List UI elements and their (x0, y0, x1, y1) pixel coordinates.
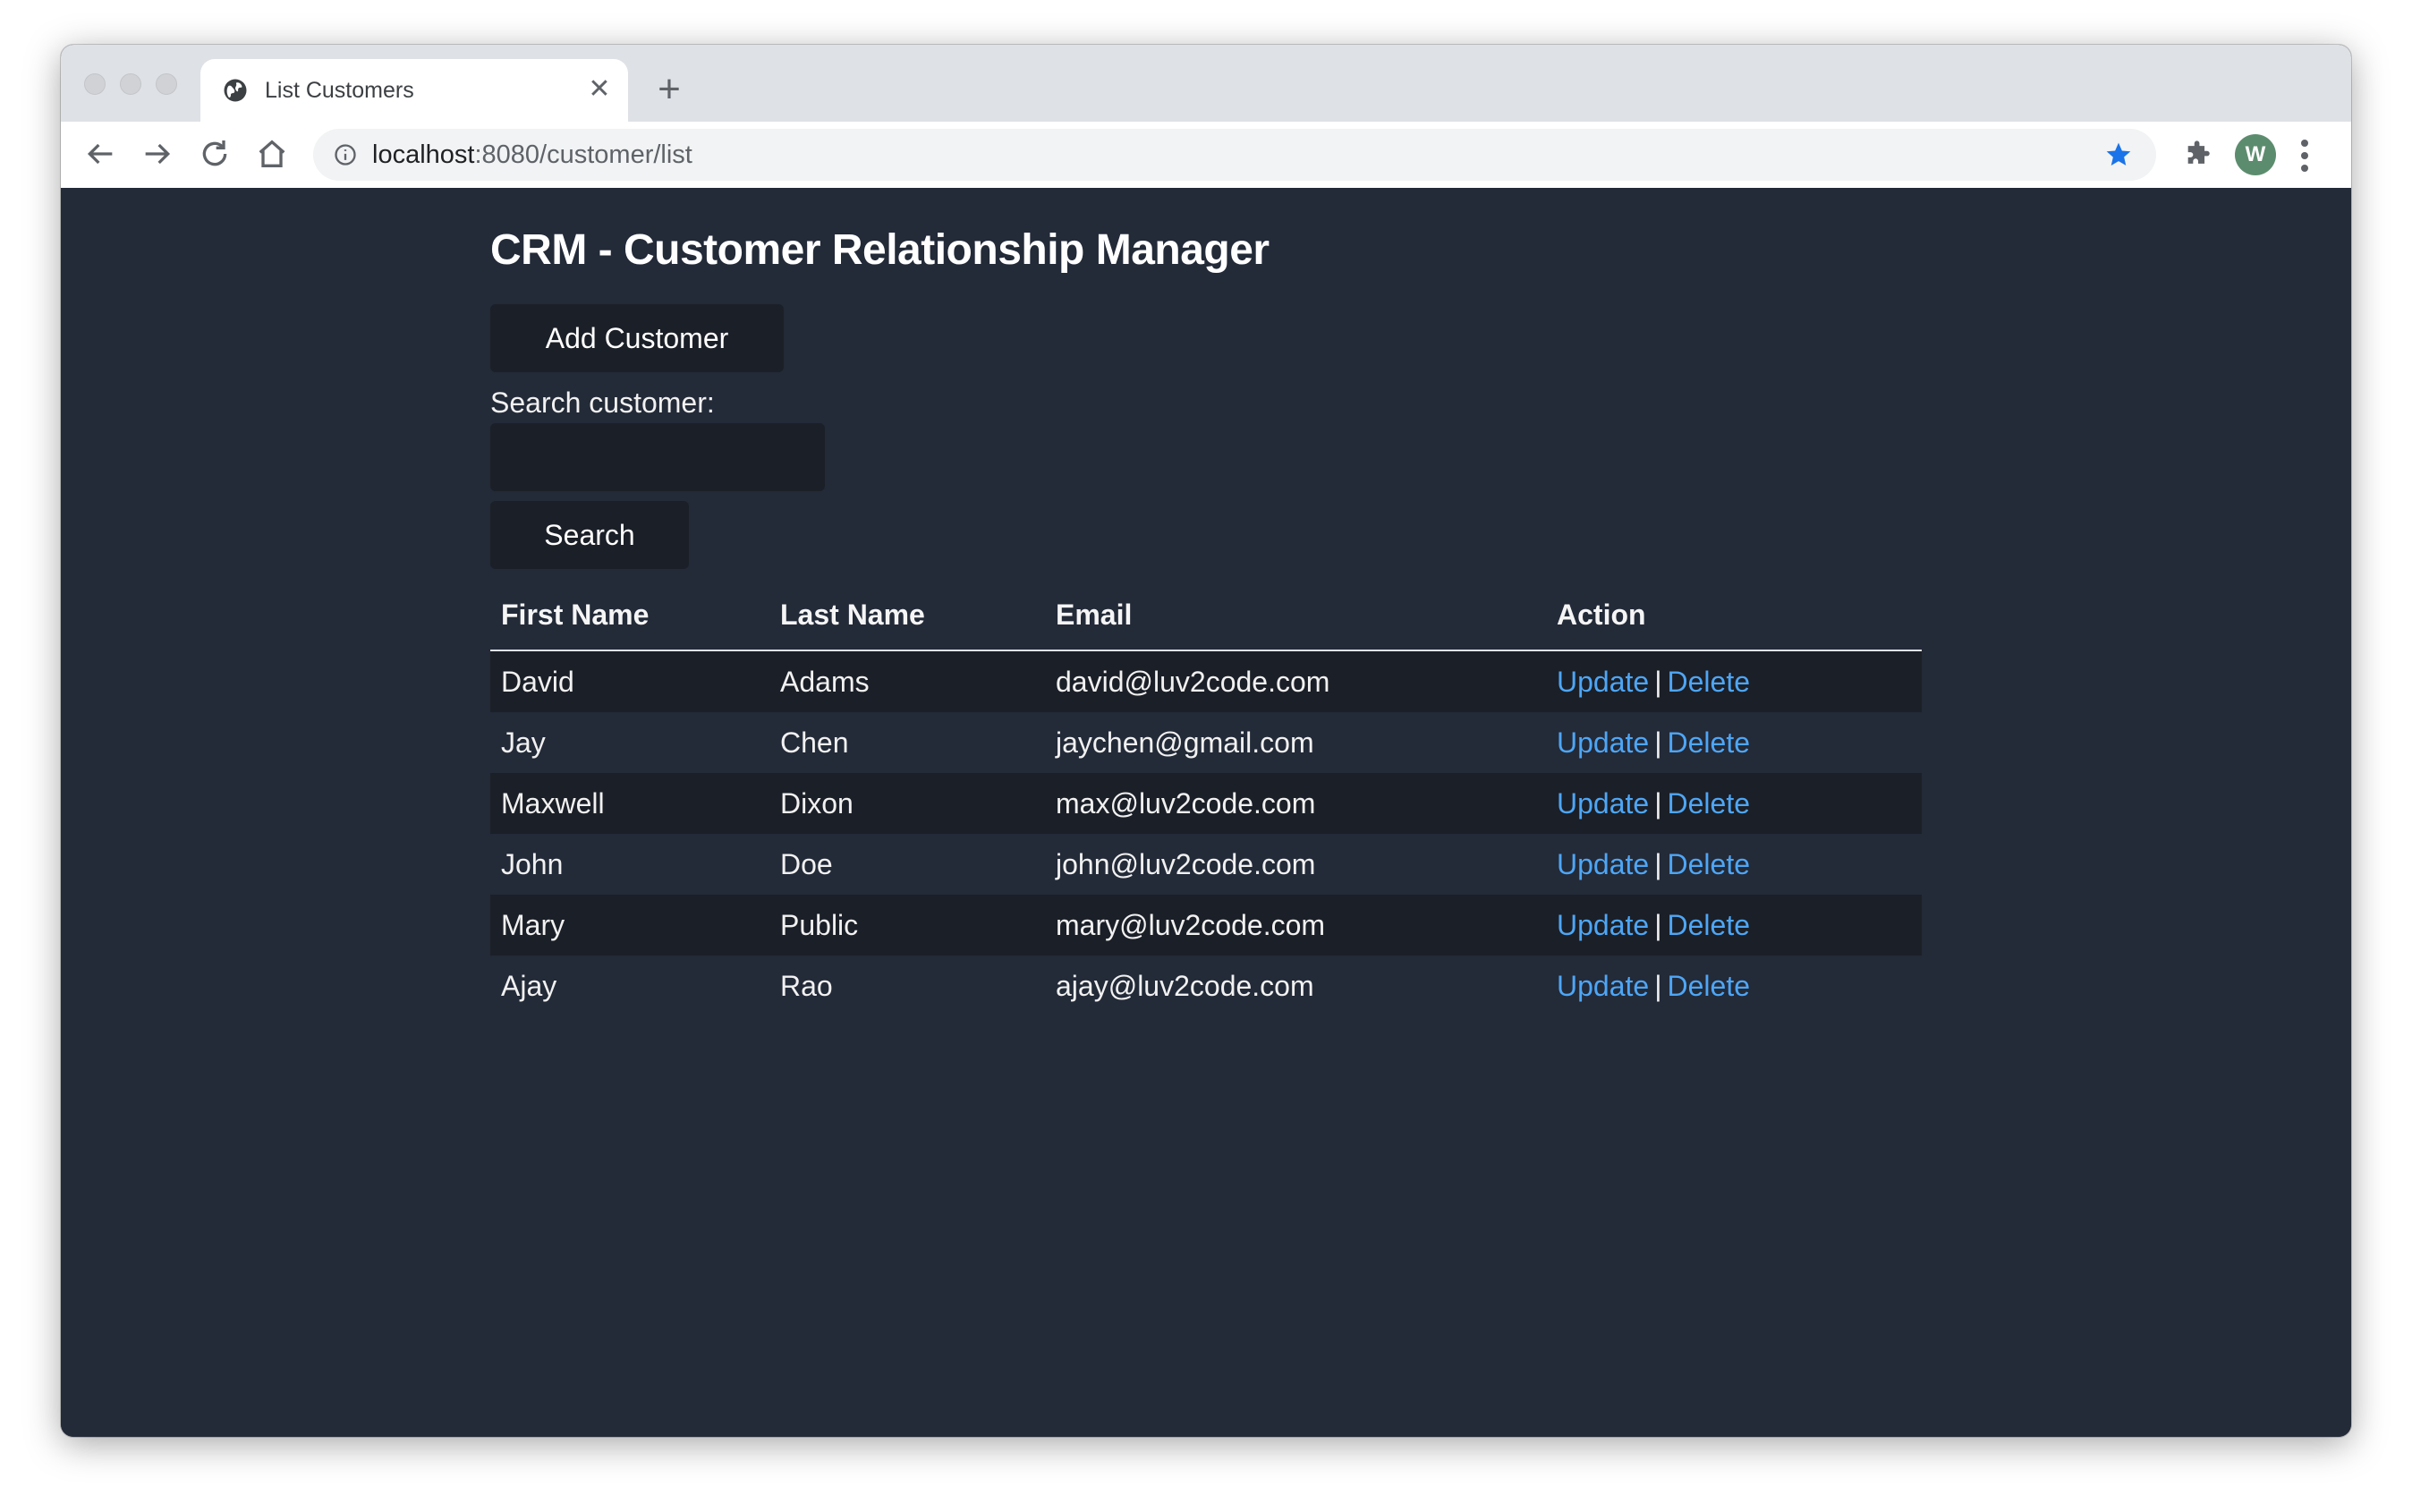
extensions-puzzle-icon[interactable] (2183, 140, 2213, 170)
reload-icon[interactable] (197, 136, 233, 172)
update-link[interactable]: Update (1557, 726, 1649, 759)
email-cell: jaychen@gmail.com (1056, 726, 1314, 759)
last-name-cell: Doe (780, 847, 833, 880)
search-label: Search customer: (490, 386, 715, 419)
tab-title: List Customers (265, 78, 414, 103)
table-row: David Adams david@luv2code.com Update | De… (490, 650, 1922, 712)
first-name-cell: Ajay (501, 969, 557, 1002)
delete-link[interactable]: Delete (1668, 848, 1751, 880)
header-last-name: Last Name (769, 580, 1045, 651)
first-name-cell: David (490, 650, 769, 712)
last-name-cell: Public (769, 895, 1045, 956)
url-text[interactable]: localhost:8080/customer/list (372, 129, 692, 181)
back-arrow-icon[interactable] (82, 136, 118, 172)
table-row: Ajay Rao ajay@luv2code.com Update | Delete (490, 956, 1922, 1016)
update-link[interactable]: Update (1557, 787, 1649, 820)
update-link[interactable]: Update (1557, 970, 1649, 1002)
address-bar[interactable]: localhost:8080/customer/list (313, 129, 2156, 181)
tab-strip: List Customers ✕ + (61, 45, 2351, 122)
last-name-cell: Chen (780, 726, 849, 759)
first-name-cell: John (501, 847, 564, 880)
browser-toolbar: localhost:8080/customer/list W (61, 122, 2351, 189)
table-header-row: First Name Last Name Email Action (490, 580, 1922, 651)
last-name-cell: Dixon (769, 773, 1045, 834)
action-separator: | (1654, 847, 1662, 880)
header-email: Email (1045, 580, 1546, 651)
action-cell: Update | Delete (1546, 712, 1922, 773)
search-input[interactable] (490, 423, 825, 491)
action-cell: Update | Delete (1546, 895, 1922, 956)
action-cell: Update | Delete (1546, 834, 1922, 895)
email-cell: ajay@luv2code.com (1056, 969, 1314, 1002)
update-link[interactable]: Update (1557, 666, 1649, 698)
table-row: Jay Chen jaychen@gmail.com Update | Delete (490, 712, 1922, 773)
action-separator: | (1654, 908, 1662, 941)
last-name-cell: Adams (769, 650, 1045, 712)
tab-list-customers[interactable]: List Customers ✕ (200, 59, 628, 122)
delete-link[interactable]: Delete (1668, 787, 1751, 820)
delete-link[interactable]: Delete (1668, 726, 1751, 759)
home-icon[interactable] (254, 136, 290, 172)
globe-icon (224, 79, 247, 102)
add-customer-button[interactable]: Add Customer (490, 304, 784, 372)
action-separator: | (1654, 786, 1662, 820)
table-row: John Doe john@luv2code.com Update | Delete (490, 834, 1922, 895)
profile-avatar[interactable]: W (2235, 134, 2276, 175)
page-title: CRM - Customer Relationship Manager (490, 226, 1270, 274)
email-cell: max@luv2code.com (1045, 773, 1546, 834)
header-first-name: First Name (490, 580, 769, 651)
header-action: Action (1546, 580, 1922, 651)
first-name-cell: Mary (490, 895, 769, 956)
tab-close-icon[interactable]: ✕ (585, 75, 614, 104)
menu-dots-icon[interactable] (2299, 138, 2310, 174)
maximize-window-button[interactable] (156, 73, 177, 95)
action-separator: | (1654, 665, 1662, 698)
customer-table: First Name Last Name Email Action David … (490, 580, 1922, 1016)
bookmark-star-icon[interactable] (2104, 140, 2133, 169)
search-button[interactable]: Search (490, 501, 689, 569)
action-cell: Update | Delete (1546, 650, 1922, 712)
table-row: Mary Public mary@luv2code.com Update | Del… (490, 895, 1922, 956)
url-host: localhost (372, 140, 475, 169)
first-name-cell: Maxwell (490, 773, 769, 834)
delete-link[interactable]: Delete (1668, 909, 1751, 941)
first-name-cell: Jay (501, 726, 546, 759)
update-link[interactable]: Update (1557, 909, 1649, 941)
url-path: :8080/customer/list (474, 140, 692, 169)
page-content: CRM - Customer Relationship Manager Add … (61, 188, 2351, 1437)
update-link[interactable]: Update (1557, 848, 1649, 880)
minimize-window-button[interactable] (120, 73, 141, 95)
delete-link[interactable]: Delete (1668, 970, 1751, 1002)
last-name-cell: Rao (780, 969, 833, 1002)
forward-arrow-icon[interactable] (140, 136, 175, 172)
close-window-button[interactable] (84, 73, 106, 95)
email-cell: david@luv2code.com (1045, 650, 1546, 712)
delete-link[interactable]: Delete (1668, 666, 1751, 698)
new-tab-plus-icon[interactable]: + (651, 70, 687, 109)
table-row: Maxwell Dixon max@luv2code.com Update | De… (490, 773, 1922, 834)
browser-window: List Customers ✕ + localhost:8080/custom… (61, 45, 2351, 1437)
action-separator: | (1654, 969, 1662, 1002)
action-cell: Update | Delete (1546, 956, 1922, 1016)
email-cell: john@luv2code.com (1056, 847, 1316, 880)
action-separator: | (1654, 726, 1662, 759)
info-icon[interactable] (333, 142, 358, 167)
email-cell: mary@luv2code.com (1045, 895, 1546, 956)
action-cell: Update | Delete (1546, 773, 1922, 834)
